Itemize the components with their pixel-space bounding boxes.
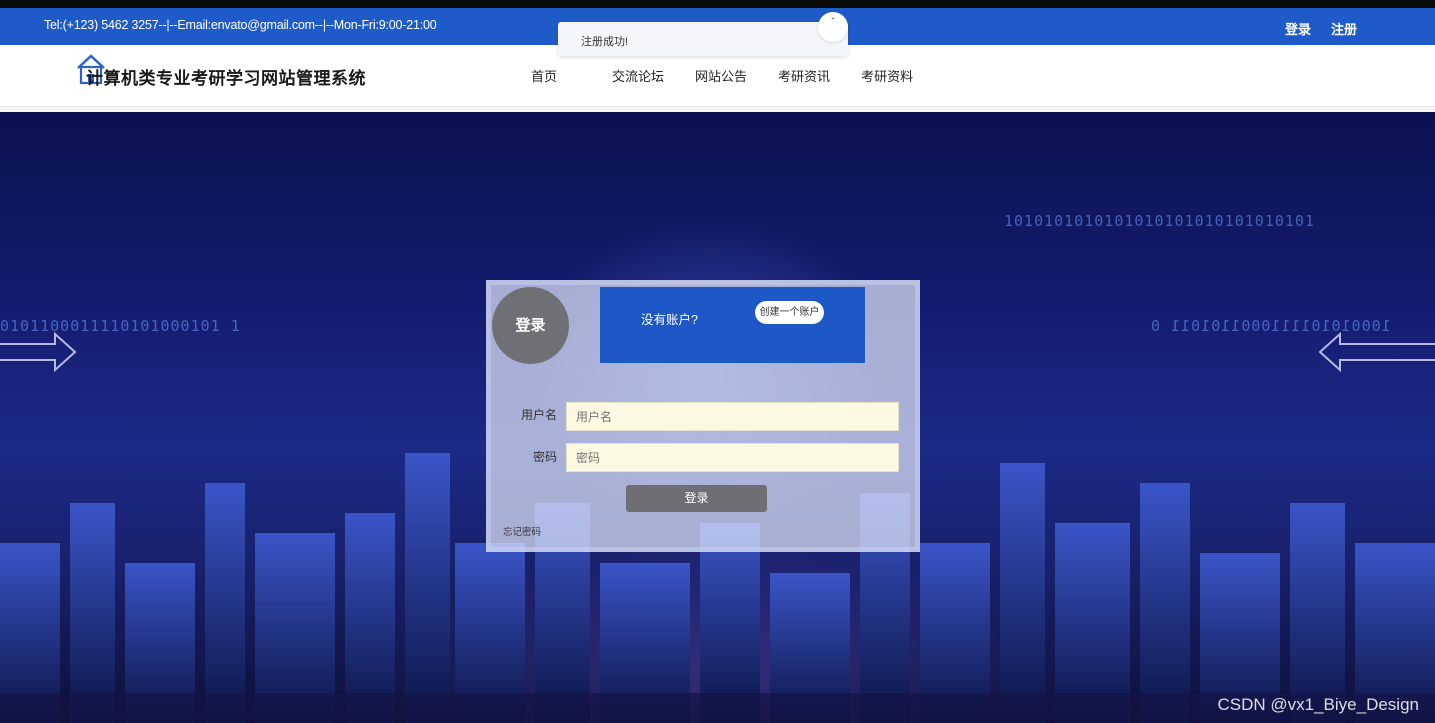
binary-text-top-right: 1010101010101010101010101010101 <box>1004 212 1315 230</box>
site-title: 计算机类专业考研学习网站管理系统 <box>86 69 366 88</box>
main-nav: 首页 交流论坛 网站公告 考研资讯 考研资料 <box>531 66 913 85</box>
auth-links: 登录 注册 <box>1285 19 1357 38</box>
nav-item-materials[interactable]: 考研资料 <box>861 66 913 85</box>
toast-close-icon[interactable]: ˇ <box>818 12 848 42</box>
login-badge: 登录 <box>492 287 569 364</box>
password-input[interactable] <box>566 443 899 472</box>
username-label: 用户名 <box>521 408 558 422</box>
forgot-password-link[interactable]: 忘记密码 <box>503 524 541 538</box>
username-input[interactable] <box>566 402 899 431</box>
no-account-text: 没有账户? <box>641 313 698 327</box>
top-strip <box>0 0 1435 8</box>
success-toast: 注册成功! <box>558 22 848 56</box>
nav-item-announcements[interactable]: 网站公告 <box>695 66 747 85</box>
password-label: 密码 <box>533 450 558 464</box>
signup-panel <box>600 287 865 363</box>
login-submit-button[interactable]: 登录 <box>626 485 767 512</box>
nav-item-home[interactable]: 首页 <box>531 66 557 85</box>
nav-item-news[interactable]: 考研资讯 <box>778 66 830 85</box>
create-account-button[interactable]: 创建一个账户 <box>755 301 824 324</box>
top-register-link[interactable]: 注册 <box>1331 19 1357 38</box>
nav-item-forum[interactable]: 交流论坛 <box>612 66 664 85</box>
right-arrow-decoration <box>1318 332 1435 372</box>
contact-info: Tel:(+123) 5462 3257--|--Email:envato@gm… <box>44 18 437 32</box>
left-arrow-decoration <box>0 332 77 372</box>
csdn-watermark: CSDN @vx1_Biye_Design <box>1217 695 1419 714</box>
top-login-link[interactable]: 登录 <box>1285 19 1311 38</box>
